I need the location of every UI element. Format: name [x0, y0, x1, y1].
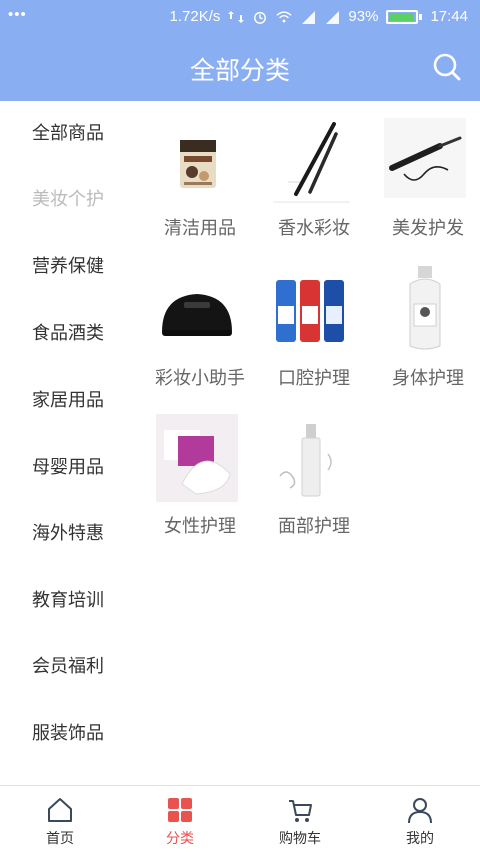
sidebar-item-member[interactable]: 会员福利 [0, 634, 136, 700]
user-icon [408, 798, 432, 824]
data-transfer-icon [228, 10, 245, 23]
category-grid: 清洁用品 香水彩妆 美发护发 彩妆小助手 口腔护理 身体护理 女性护理 面部护理 [136, 101, 480, 785]
network-speed: 1.72K/s [169, 8, 221, 25]
category-label: 清洁用品 [164, 218, 236, 239]
category-makeup-helper[interactable]: 彩妆小助手 [136, 251, 250, 396]
tab-profile[interactable]: 我的 [360, 786, 480, 853]
tab-label: 我的 [406, 831, 434, 847]
category-body-care[interactable]: 身体护理 [364, 251, 478, 396]
feminine-care-image [156, 414, 238, 502]
category-label: 彩妆小助手 [155, 368, 245, 389]
sidebar-item-beauty[interactable]: 美妆个护 [0, 167, 136, 233]
sidebar-item-home[interactable]: 家居用品 [0, 368, 136, 434]
grid-icon [168, 798, 192, 822]
nail-lamp-image [162, 294, 232, 336]
body-lotion-image [409, 266, 441, 350]
category-facial-care[interactable]: 面部护理 [250, 399, 364, 544]
category-label: 香水彩妆 [278, 218, 350, 239]
home-icon [48, 798, 72, 822]
category-perfume-makeup[interactable]: 香水彩妆 [250, 101, 364, 246]
category-sidebar: 全部商品 美妆个护 营养保健 食品酒类 家居用品 母婴用品 海外特惠 教育培训 … [0, 101, 136, 785]
category-cleaning[interactable]: 清洁用品 [136, 101, 250, 246]
battery-icon [386, 9, 423, 24]
sidebar-item-nutrition[interactable]: 营养保健 [0, 234, 136, 300]
notification-dots: ••• [8, 6, 27, 23]
signal-icon-2 [326, 10, 340, 24]
sidebar-item-education[interactable]: 教育培训 [0, 568, 136, 634]
status-indicators: 1.72K/s 93% 17:44 [170, 8, 468, 25]
sidebar-item-apparel[interactable]: 服装饰品 [0, 701, 136, 767]
facial-serum-image [279, 424, 332, 497]
sidebar-item-all[interactable]: 全部商品 [0, 101, 136, 167]
bottom-tab-bar: 首页 分类 购物车 我的 [0, 785, 480, 853]
app-header: 全部分类 [0, 34, 480, 101]
clock: 17:44 [430, 8, 468, 25]
tab-home[interactable]: 首页 [0, 786, 120, 853]
tab-cart[interactable]: 购物车 [240, 786, 360, 853]
sidebar-item-food-wine[interactable]: 食品酒类 [0, 301, 136, 367]
page-title: 全部分类 [189, 56, 290, 85]
cart-icon [289, 800, 312, 822]
toothpaste-image [276, 280, 344, 342]
tab-label: 购物车 [279, 831, 321, 847]
sidebar-item-baby[interactable]: 母婴用品 [0, 435, 136, 501]
category-hair-care[interactable]: 美发护发 [364, 101, 478, 246]
category-label: 口腔护理 [278, 368, 350, 389]
cleaning-product-image [180, 140, 216, 188]
category-oral-care[interactable]: 口腔护理 [250, 251, 364, 396]
search-icon[interactable] [432, 52, 462, 82]
tab-label: 首页 [46, 831, 74, 847]
category-label: 美发护发 [392, 218, 464, 239]
category-label: 女性护理 [164, 516, 236, 537]
wifi-icon [276, 10, 293, 22]
tab-category[interactable]: 分类 [120, 786, 240, 853]
tab-label: 分类 [166, 831, 194, 847]
hair-curler-image [384, 118, 466, 198]
category-feminine-care[interactable]: 女性护理 [136, 399, 250, 544]
sidebar-item-overseas[interactable]: 海外特惠 [0, 501, 136, 567]
signal-icon [302, 10, 316, 24]
category-label: 面部护理 [278, 516, 350, 537]
makeup-pencil-image [273, 122, 350, 203]
alarm-icon [254, 11, 267, 24]
category-label: 身体护理 [392, 368, 464, 389]
battery-percent: 93% [348, 8, 379, 25]
status-bar: ••• 1.72K/s 93% 17:44 [0, 0, 480, 34]
